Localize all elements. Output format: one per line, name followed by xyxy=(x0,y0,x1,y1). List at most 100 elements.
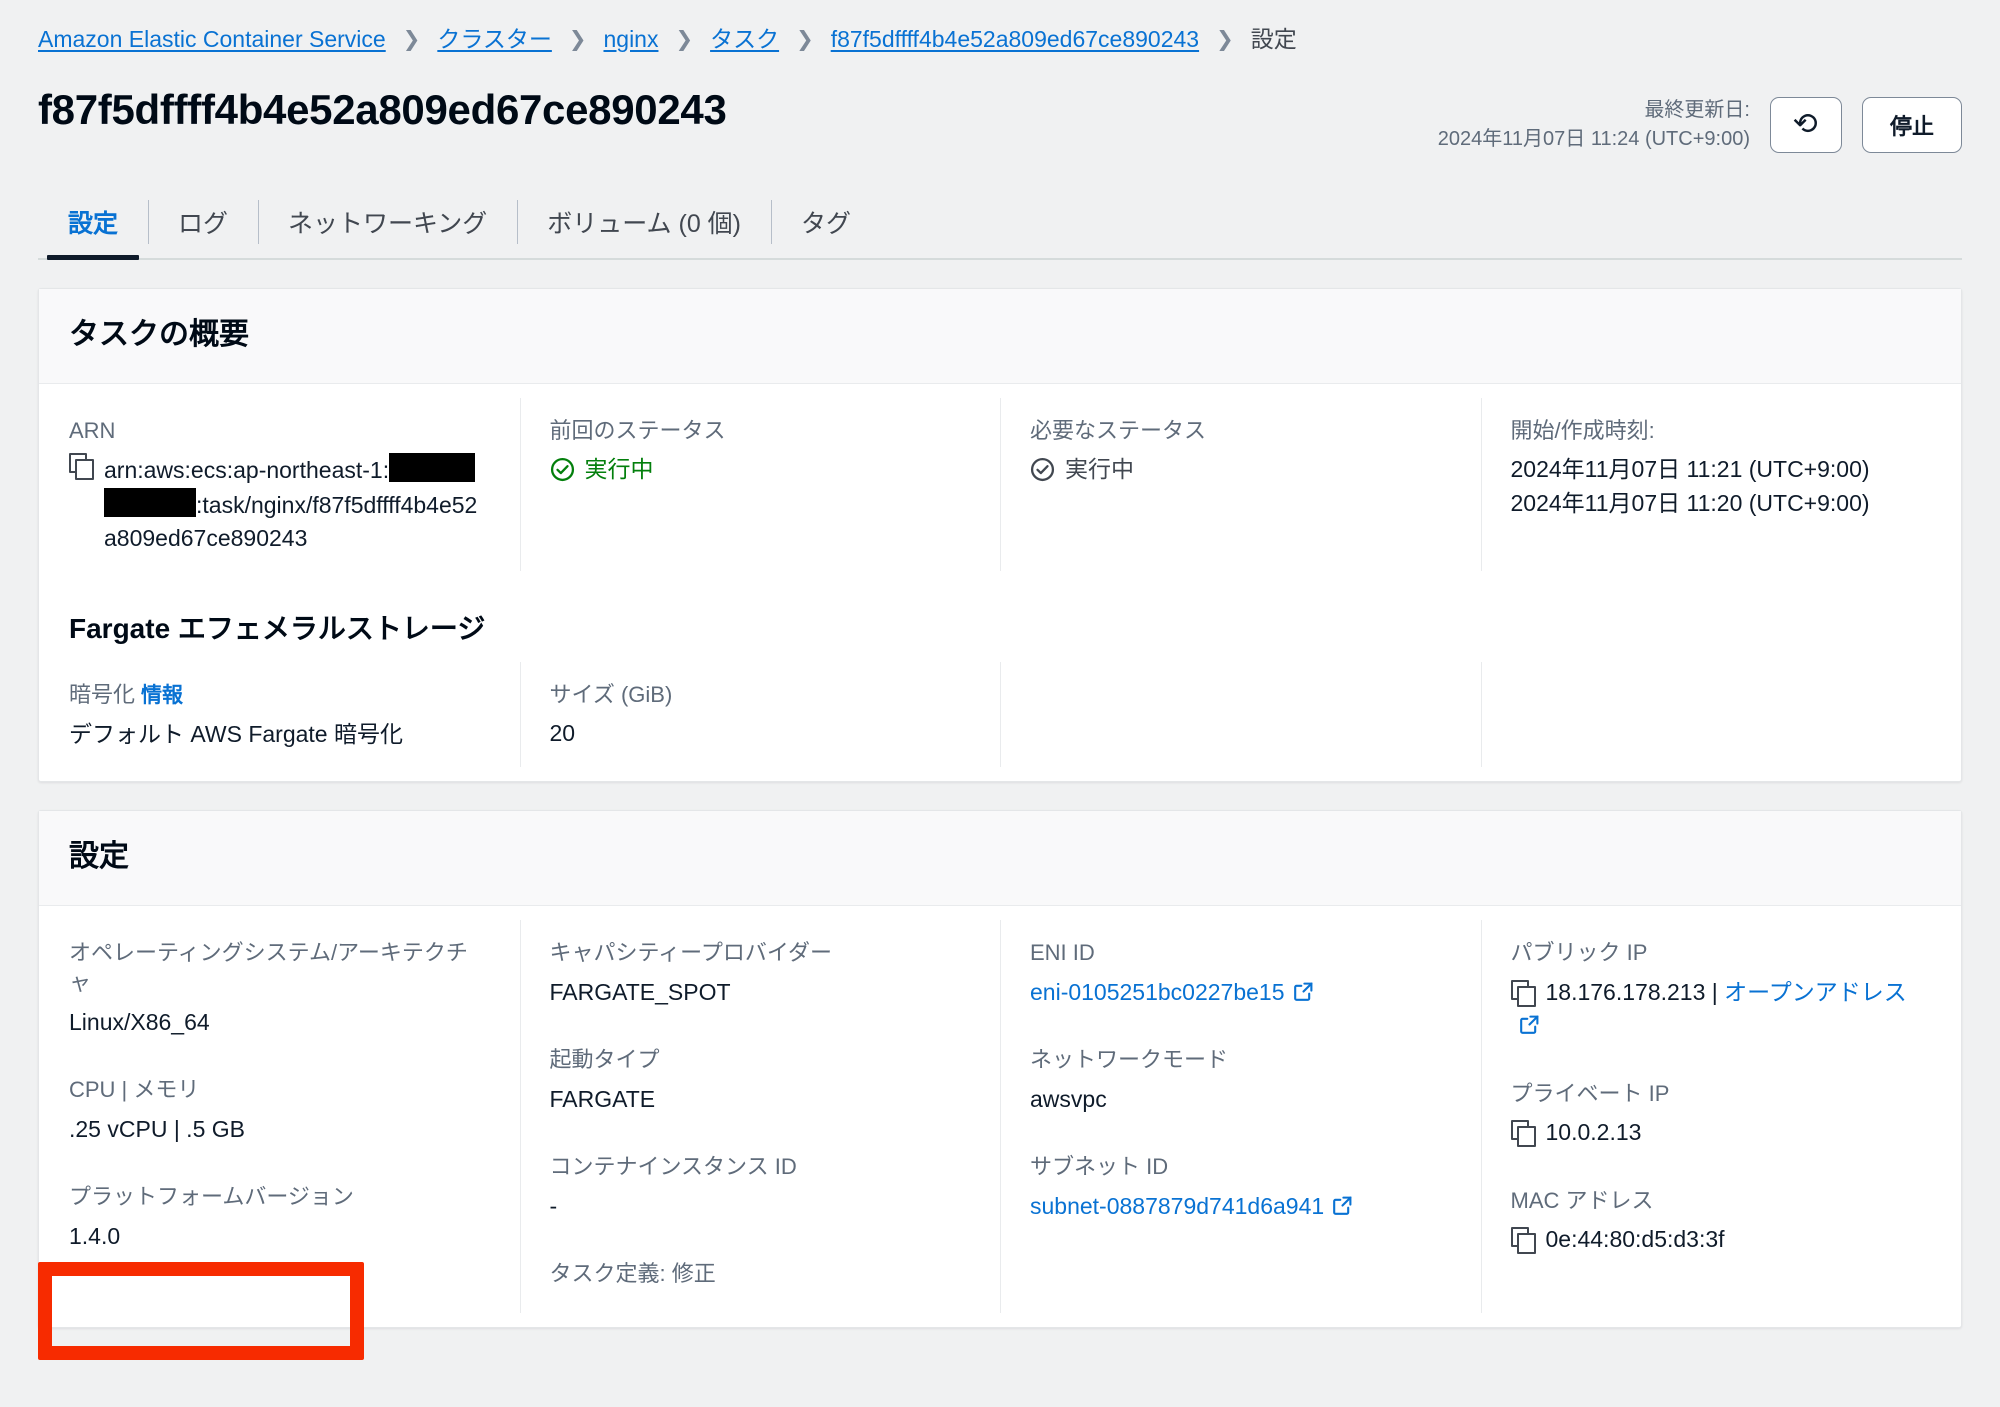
breadcrumb-separator-icon: ❯ xyxy=(1216,28,1234,52)
external-link-icon[interactable] xyxy=(1293,981,1314,1002)
tab-configuration[interactable]: 設定 xyxy=(38,192,148,260)
breadcrumb-item-service[interactable]: Amazon Elastic Container Service xyxy=(38,26,386,54)
configuration-col-network: ENI ID eni-0105251bc0227be15 ネットワークモード a… xyxy=(1000,906,1481,1327)
field-os-architecture: オペレーティングシステム/アーキテクチャ Linux/X86_64 xyxy=(69,938,490,1039)
page-title: f87f5dffff4b4e52a809ed67ce890243 xyxy=(38,85,727,133)
field-public-ip: パブリック IP 18.176.178.213 | オープンアドレス xyxy=(1510,938,1932,1043)
task-overview-col-arn: ARN arn:aws:ecs:ap-northeast-1::task/ngi… xyxy=(39,384,520,586)
configuration-col-capacity: キャパシティープロバイダー FARGATE_SPOT 起動タイプ FARGATE… xyxy=(519,906,1001,1327)
breadcrumb-item-task-id[interactable]: f87f5dffff4b4e52a809ed67ce890243 xyxy=(831,26,1199,54)
tab-networking[interactable]: ネットワーキング xyxy=(258,192,517,258)
field-times: 開始/作成時刻: 2024年11月07日 11:21 (UTC+9:00) 20… xyxy=(1511,416,1932,520)
refresh-icon: ⟳ xyxy=(1793,107,1819,141)
last-updated-label: 最終更新日: xyxy=(1644,98,1750,121)
field-encryption: 暗号化 情報 デフォルト AWS Fargate 暗号化 xyxy=(69,680,490,752)
mac-text: 0e:44:80:d5:d3:3f xyxy=(1545,1226,1725,1253)
field-public-ip-label: パブリック IP xyxy=(1510,940,1648,966)
copy-icon[interactable] xyxy=(69,453,94,481)
public-ip-text: 18.176.178.213 xyxy=(1545,979,1706,1006)
field-eni-id: ENI ID eni-0105251bc0227be15 xyxy=(1030,938,1451,1009)
field-task-definition-label: タスク定義: 修正 xyxy=(549,1261,716,1287)
field-launch-type: 起動タイプ FARGATE xyxy=(550,1045,971,1116)
field-created-at: 2024年11月07日 11:20 (UTC+9:00) xyxy=(1510,489,1870,516)
status-success-icon xyxy=(550,457,574,481)
field-subnet-label: サブネット ID xyxy=(1030,1154,1169,1180)
arn-part-3: 809ed67ce890243 xyxy=(116,524,308,551)
field-public-ip-value: 18.176.178.213 | オープンアドレス xyxy=(1510,976,1932,1043)
tab-logs[interactable]: ログ xyxy=(148,192,258,258)
field-os-label: オペレーティングシステム/アーキテクチャ xyxy=(69,940,468,996)
breadcrumb-item-tasks[interactable]: タスク xyxy=(710,26,779,54)
fargate-col-spacer-2 xyxy=(1480,648,1962,782)
field-desired-status: 必要なステータス 実行中 xyxy=(1030,416,1451,486)
breadcrumb-separator-icon: ❯ xyxy=(402,28,421,52)
breadcrumb-separator-icon: ❯ xyxy=(796,28,814,52)
arn-part-1: arn:aws:ecs:ap-northeast-1: xyxy=(104,457,390,484)
configuration-card: 設定 オペレーティングシステム/アーキテクチャ Linux/X86_64 CPU… xyxy=(38,810,1962,1329)
field-subnet-value: subnet-0887879d741d6a941 xyxy=(1030,1190,1451,1223)
breadcrumb-item-nginx[interactable]: nginx xyxy=(603,26,658,54)
copy-icon[interactable] xyxy=(1510,1120,1536,1148)
field-capacity-provider-value: FARGATE_SPOT xyxy=(549,979,731,1006)
task-overview-col-desired-status: 必要なステータス 実行中 xyxy=(1000,384,1481,586)
field-arn-label: ARN xyxy=(69,417,116,443)
breadcrumb-separator-icon: ❯ xyxy=(568,28,587,52)
subnet-link[interactable]: subnet-0887879d741d6a941 xyxy=(1030,1193,1324,1219)
configuration-header: 設定 xyxy=(39,811,1961,907)
tab-tags[interactable]: タグ xyxy=(771,192,881,258)
field-size: サイズ (GiB) 20 xyxy=(550,680,971,751)
breadcrumb-separator-icon: ❯ xyxy=(675,28,694,52)
configuration-col-compute: オペレーティングシステム/アーキテクチャ Linux/X86_64 CPU | … xyxy=(39,906,520,1327)
stop-task-button[interactable]: 停止 xyxy=(1862,96,1962,153)
copy-icon[interactable] xyxy=(1510,1227,1536,1255)
encryption-label-text: 暗号化 xyxy=(69,681,136,707)
task-overview-title: タスクの概要 xyxy=(69,317,249,351)
refresh-button[interactable]: ⟳ xyxy=(1770,96,1842,153)
private-ip-text: 10.0.2.13 xyxy=(1545,1119,1642,1146)
task-overview-col-times: 開始/作成時刻: 2024年11月07日 11:21 (UTC+9:00) 20… xyxy=(1480,384,1962,586)
field-network-mode: ネットワークモード awsvpc xyxy=(1030,1045,1451,1116)
open-address-link[interactable]: オープンアドレス xyxy=(1724,979,1907,1005)
fargate-storage-columns: 暗号化 情報 デフォルト AWS Fargate 暗号化 サイズ (GiB) 20 xyxy=(39,648,1961,782)
external-link-icon[interactable] xyxy=(1332,1195,1353,1216)
field-task-definition: タスク定義: 修正 xyxy=(550,1259,971,1289)
field-capacity-provider: キャパシティープロバイダー FARGATE_SPOT xyxy=(550,938,971,1009)
external-link-icon[interactable] xyxy=(1519,1014,1540,1035)
eni-link[interactable]: eni-0105251bc0227be15 xyxy=(1030,979,1285,1005)
field-cpu-value: .25 vCPU | .5 GB xyxy=(69,1115,245,1142)
last-updated-value: 2024年11月07日 11:24 (UTC+9:00) xyxy=(1437,127,1750,150)
field-launch-type-value: FARGATE xyxy=(549,1086,656,1113)
field-launch-type-label: 起動タイプ xyxy=(549,1047,660,1073)
desired-status-text: 実行中 xyxy=(1065,456,1134,483)
breadcrumb-item-current: 設定 xyxy=(1250,26,1297,52)
tab-volumes[interactable]: ボリューム (0 個) xyxy=(517,192,771,258)
status-pending-icon xyxy=(1030,457,1055,481)
field-eni-label: ENI ID xyxy=(1030,940,1095,966)
field-arn-value: arn:aws:ecs:ap-northeast-1::task/nginx/f… xyxy=(69,453,490,555)
fargate-col-spacer-1 xyxy=(1000,648,1481,782)
fargate-col-encryption: 暗号化 情報 デフォルト AWS Fargate 暗号化 xyxy=(39,648,520,782)
redaction-block xyxy=(389,453,476,483)
field-cpu-memory: CPU | メモリ .25 vCPU | .5 GB xyxy=(69,1075,490,1146)
field-subnet-id: サブネット ID subnet-0887879d741d6a941 xyxy=(1030,1152,1451,1223)
header-actions: 最終更新日: 2024年11月07日 11:24 (UTC+9:00) ⟳ 停止 xyxy=(1438,86,1962,154)
field-size-label: サイズ (GiB) xyxy=(549,681,673,707)
field-network-mode-label: ネットワークモード xyxy=(1030,1047,1229,1073)
field-container-instance-id: コンテナインスタンス ID - xyxy=(550,1152,971,1223)
breadcrumb: Amazon Elastic Container Service ❯ クラスター… xyxy=(0,0,2000,54)
field-container-instance-value: - xyxy=(549,1193,558,1220)
task-overview-col-last-status: 前回のステータス 実行中 xyxy=(519,384,1001,586)
field-container-instance-label: コンテナインスタンス ID xyxy=(549,1154,797,1180)
copy-icon[interactable] xyxy=(1510,980,1536,1008)
configuration-col-addresses: パブリック IP 18.176.178.213 | オープンアドレス プライベー… xyxy=(1480,906,1962,1327)
breadcrumb-item-clusters[interactable]: クラスター xyxy=(437,26,552,54)
field-mac-address: MAC アドレス 0e:44:80:d5:d3:3f xyxy=(1510,1186,1932,1257)
ecs-task-detail-page: Amazon Elastic Container Service ❯ クラスター… xyxy=(0,0,2000,1407)
public-ip-separator: | xyxy=(1711,979,1718,1006)
field-desired-status-label: 必要なステータス xyxy=(1030,417,1207,443)
info-link[interactable]: 情報 xyxy=(141,684,183,707)
field-platform-value: 1.4.0 xyxy=(69,1222,121,1249)
arn-text: arn:aws:ecs:ap-northeast-1::task/nginx/f… xyxy=(104,453,490,555)
field-mac-label: MAC アドレス xyxy=(1510,1187,1654,1213)
task-overview-body: ARN arn:aws:ecs:ap-northeast-1::task/ngi… xyxy=(39,384,1961,782)
